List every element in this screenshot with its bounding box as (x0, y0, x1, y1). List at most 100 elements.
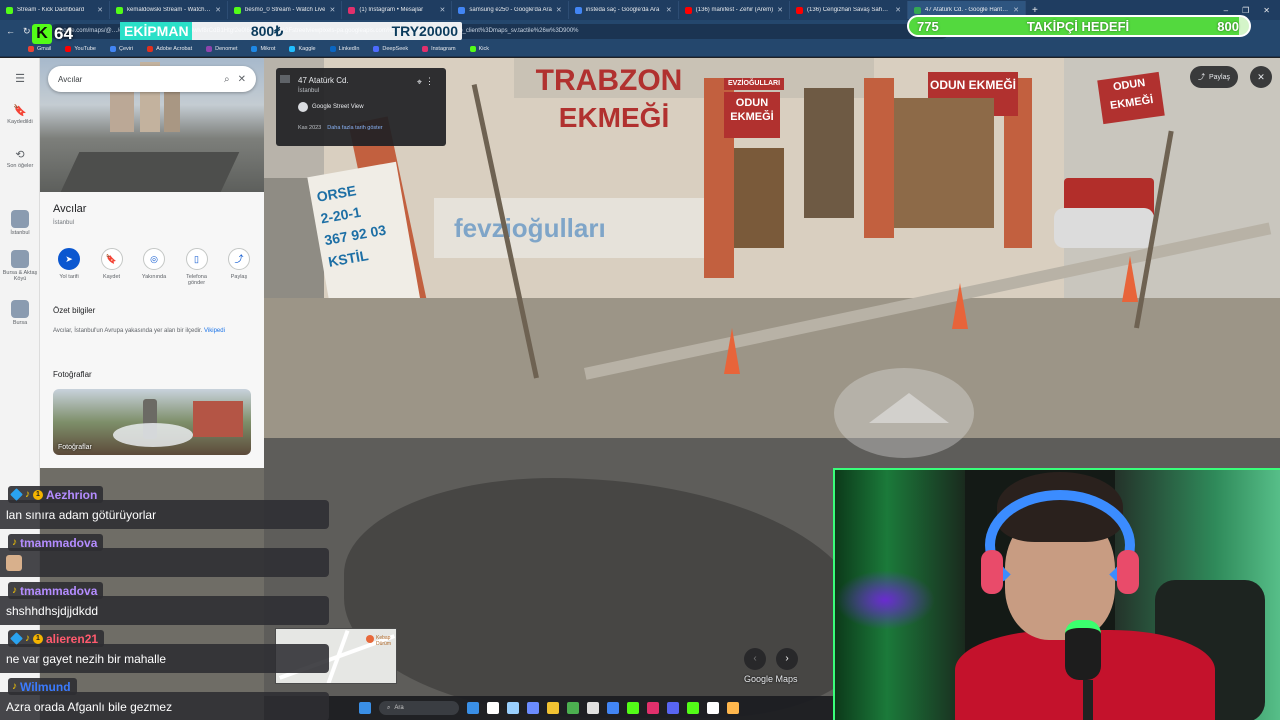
browser-tab[interactable]: kemaldowski Stream - Watch Live ✕ (110, 1, 228, 19)
taskbar-app-icon[interactable] (647, 702, 659, 714)
new-tab-button[interactable]: + (1026, 5, 1044, 16)
taskbar-app-icon[interactable] (567, 702, 579, 714)
close-tab-icon[interactable]: ✕ (329, 6, 335, 14)
rail-item[interactable]: ☰ (0, 72, 40, 87)
back-icon[interactable]: ← (6, 26, 15, 36)
close-street-view-button[interactable]: ✕ (1250, 66, 1272, 88)
browser-tab[interactable]: (1) Instagram • Mesajlar ✕ (342, 1, 453, 19)
maps-search-box[interactable]: Avcılar ⌕ ✕ (48, 66, 256, 92)
taskbar-app-icon[interactable] (547, 702, 559, 714)
tab-favicon-icon (914, 6, 922, 14)
close-tab-icon[interactable]: ✕ (97, 6, 103, 14)
share-button[interactable]: ⤴ Paylaş (1190, 66, 1239, 88)
music-note-badge-icon: ♪ (25, 633, 30, 644)
rail-item[interactable]: 🔖 Kaydedildi (0, 104, 40, 125)
maximize-icon[interactable]: ❐ (1242, 6, 1249, 15)
taskbar-app-icon[interactable] (487, 702, 499, 714)
search-icon[interactable]: ⌕ (224, 74, 230, 85)
taskbar-app-icon[interactable] (627, 702, 639, 714)
bookmark-favicon-icon (206, 46, 213, 52)
rail-item[interactable]: Bursa & Aktaş Köyü (0, 250, 40, 282)
chat-username[interactable]: ♪ Wilmund (8, 678, 77, 695)
close-tab-icon[interactable]: ✕ (777, 6, 783, 14)
directions-button[interactable]: ➤ Yol tarifi (50, 248, 88, 286)
sign-ekmegi: EKMEĞİ (558, 102, 670, 133)
bookmark-item[interactable]: Adobe Acrobat (147, 46, 192, 52)
equipment-banner: EKİPMAN 800₺ TRY20000 (120, 22, 462, 40)
window-controls: – ❐ ✕ (1224, 6, 1280, 15)
bookmark-item[interactable]: Denomet (206, 46, 237, 52)
taskbar-app-icon[interactable] (667, 702, 679, 714)
taskbar-search[interactable]: ⌕ Ara (379, 701, 459, 715)
taskbar-app-icon[interactable] (507, 702, 519, 714)
bookmark-item[interactable]: Kaggle (289, 46, 316, 52)
next-arrow-button[interactable]: › (776, 648, 798, 670)
windows-taskbar: ⌕ Ara (264, 696, 834, 720)
rail-item[interactable]: Bursa (0, 300, 40, 326)
bookmark-item[interactable]: LinkedIn (329, 46, 359, 52)
bookmarks-bar: Gmail YouTube Çeviri Adobe Acrobat Denomet Mi… (0, 42, 1280, 57)
chat-message: ne var gayet nezih bir mahalle (0, 644, 329, 673)
close-icon[interactable]: ✕ (238, 74, 246, 85)
taskbar-app-icon[interactable] (587, 702, 599, 714)
start-icon[interactable] (359, 702, 371, 714)
bookmark-item[interactable]: YouTube (65, 46, 96, 52)
share-button[interactable]: ⤴ Paylaş (220, 248, 258, 286)
back-arrow-icon[interactable] (280, 75, 290, 83)
search-input[interactable]: Avcılar (58, 75, 216, 84)
taskbar-app-icon[interactable] (707, 702, 719, 714)
kick-logo: K (32, 24, 52, 44)
move-forward-arrow-icon[interactable] (869, 393, 949, 423)
place-panel: Avcılar ⌕ ✕ Avcılar İstanbul ➤ Yol tarifi… (40, 58, 264, 468)
close-window-icon[interactable]: ✕ (1263, 6, 1270, 15)
bookmark-item[interactable]: Çeviri (110, 46, 133, 52)
wikipedia-link[interactable]: Vikipedi (204, 328, 225, 334)
taskbar-app-icon[interactable] (607, 702, 619, 714)
taskbar-app-icon[interactable] (687, 702, 699, 714)
close-tab-icon[interactable]: ✕ (556, 6, 562, 14)
sign-orse: ORSE (315, 182, 358, 205)
rail-item[interactable]: ⟲ Son öğeler (0, 148, 40, 169)
browser-tab[interactable]: besmo_0 Stream - Watch Live ✕ (228, 1, 343, 19)
chat-username[interactable]: ♪ tmammadova (8, 534, 104, 551)
browser-tab[interactable]: samsung e250 - Google'da Ara ✕ (452, 1, 569, 19)
chat-overlay: lan sınıra adam götürüyorlar ♪ 1 Aezhrion ♪ t… (0, 462, 330, 720)
reload-icon[interactable]: ↻ (23, 26, 31, 37)
close-tab-icon[interactable]: ✕ (215, 6, 221, 14)
more-dates-link[interactable]: Daha fazla tarih göster (327, 125, 382, 131)
chat-username[interactable]: ♪ 1 alieren21 (8, 630, 105, 647)
chat-username[interactable]: ♪ tmammadova (8, 582, 104, 599)
browser-tab[interactable]: (136) manifest - Zehir (Arem) ✕ (679, 1, 791, 19)
browser-tab[interactable]: (136) Cengizhan Savaş Sahnesi ✕ (790, 1, 909, 19)
more-options-icon[interactable]: ⋮ (425, 76, 434, 87)
bookmark-item[interactable]: Mikrot (251, 46, 275, 52)
minimize-icon[interactable]: – (1224, 6, 1228, 15)
browser-tab[interactable]: iristeda saç - Google'da Ara ✕ (569, 1, 679, 19)
summary-heading: Özet bilgiler (53, 306, 96, 315)
bookmark-item[interactable]: Instagram (422, 46, 456, 52)
send-to-phone-button[interactable]: ▯ Telefona gönder (178, 248, 216, 286)
close-tab-icon[interactable]: ✕ (439, 6, 445, 14)
taskbar-app-icon[interactable] (727, 702, 739, 714)
photos-tile[interactable]: Fotoğraflar (53, 389, 251, 455)
browser-tab[interactable]: Stream - Kick Dashboard ✕ (0, 1, 110, 19)
goal-label: TAKİPÇİ HEDEFİ (1026, 18, 1130, 34)
bookmark-item[interactable]: DeepSeek (373, 46, 408, 52)
close-tab-icon[interactable]: ✕ (1013, 6, 1019, 14)
previous-arrow-button[interactable]: ‹ (744, 648, 766, 670)
bookmark-item[interactable]: Kick (469, 46, 489, 52)
close-tab-icon[interactable]: ✕ (895, 6, 901, 14)
tab-title: besmo_0 Stream - Watch Live (245, 7, 326, 13)
nearby-button[interactable]: ◎ Yakınında (135, 248, 173, 286)
chat-username[interactable]: ♪ 1 Aezhrion (8, 486, 104, 503)
rail-item[interactable]: İstanbul (0, 210, 40, 236)
photos-tile-label: Fotoğraflar (58, 444, 92, 451)
chat-username-text: alieren21 (46, 631, 99, 646)
bookmark-item[interactable]: Gmail (28, 46, 51, 52)
close-tab-icon[interactable]: ✕ (666, 6, 672, 14)
location-pin-icon[interactable]: ⌖ (417, 77, 422, 88)
taskbar-app-icon[interactable] (467, 702, 479, 714)
save-button[interactable]: 🔖 Kaydet (93, 248, 131, 286)
taskbar-app-icon[interactable] (527, 702, 539, 714)
tab-title: iristeda saç - Google'da Ara (585, 7, 660, 13)
